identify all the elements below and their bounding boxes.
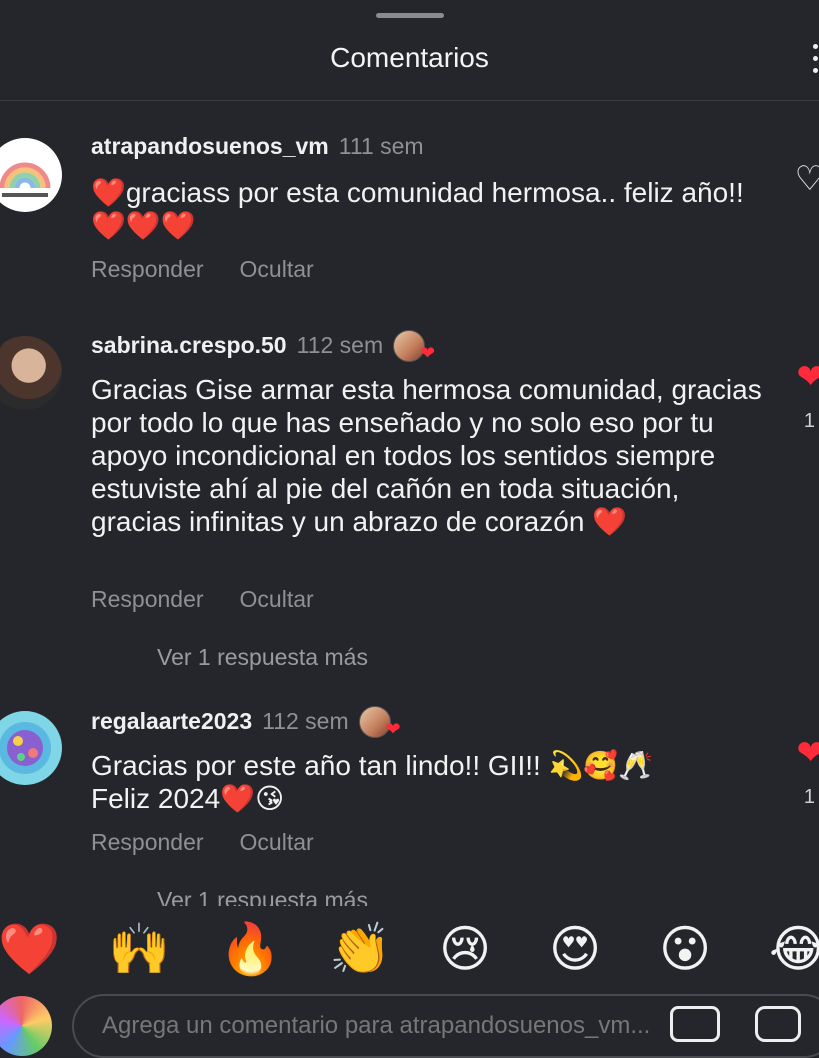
comment-timestamp: 112 sem <box>297 332 384 359</box>
avatar <box>0 996 52 1056</box>
comment-username[interactable]: atrapandosuenos_vm <box>91 133 329 160</box>
comment-timestamp: 112 sem <box>262 708 349 735</box>
header-divider <box>0 100 819 101</box>
comment-input-placeholder: Agrega un comentario para atrapandosueno… <box>102 1012 650 1040</box>
emoji-surprised-button[interactable]: 😮 <box>659 924 711 974</box>
page-title: Comentarios <box>0 42 819 74</box>
reply-button[interactable]: Responder <box>91 256 204 283</box>
sticker-icon[interactable] <box>755 1006 801 1042</box>
heart-outline-icon[interactable]: ♡ <box>795 162 819 196</box>
comment-text: Gracias Gise armar esta hermosa comunida… <box>91 373 771 538</box>
view-more-replies-link[interactable]: Ver 1 respuesta más <box>157 644 368 671</box>
author-liked-badge: ❤ <box>393 330 423 360</box>
emoji-clap-button[interactable]: 👏 <box>329 924 391 974</box>
drag-handle[interactable] <box>376 13 444 18</box>
hide-button[interactable]: Ocultar <box>240 829 314 856</box>
heart-filled-icon[interactable]: ❤ <box>797 360 819 394</box>
comment-text: ❤️graciass por esta comunidad hermosa.. … <box>91 176 771 242</box>
like-count: 1 <box>804 410 815 433</box>
emoji-crying-button[interactable]: 😢 <box>439 924 491 974</box>
comment-username[interactable]: regalaarte2023 <box>91 708 252 735</box>
reply-button[interactable]: Responder <box>91 829 204 856</box>
emoji-quick-bar: ❤️ 🙌 🔥 👏 😢 😍 😮 😂 <box>0 906 819 992</box>
emoji-fire-button[interactable]: 🔥 <box>219 924 281 974</box>
avatar[interactable] <box>0 138 62 212</box>
comment-username[interactable]: sabrina.crespo.50 <box>91 332 287 359</box>
comment-text: Gracias por este año tan lindo!! GII!! 💫… <box>91 749 771 815</box>
more-vertical-icon[interactable] <box>813 44 819 80</box>
hide-button[interactable]: Ocultar <box>240 586 314 613</box>
comment-input-bar: Agrega un comentario para atrapandosueno… <box>0 992 819 1024</box>
comment-timestamp: 111 sem <box>339 133 424 160</box>
emoji-raised-hands-button[interactable]: 🙌 <box>108 924 170 974</box>
emoji-heart-button[interactable]: ❤️ <box>0 924 60 974</box>
emoji-heart-eyes-button[interactable]: 😍 <box>549 924 601 974</box>
avatar[interactable] <box>0 711 62 785</box>
emoji-laughing-button[interactable]: 😂 <box>769 924 819 974</box>
heart-filled-icon[interactable]: ❤ <box>797 736 819 770</box>
like-count: 1 <box>804 786 815 809</box>
reply-button[interactable]: Responder <box>91 586 204 613</box>
author-liked-badge: ❤ <box>359 706 389 736</box>
hide-button[interactable]: Ocultar <box>240 256 314 283</box>
gif-icon[interactable] <box>670 1006 720 1042</box>
avatar[interactable] <box>0 336 62 410</box>
